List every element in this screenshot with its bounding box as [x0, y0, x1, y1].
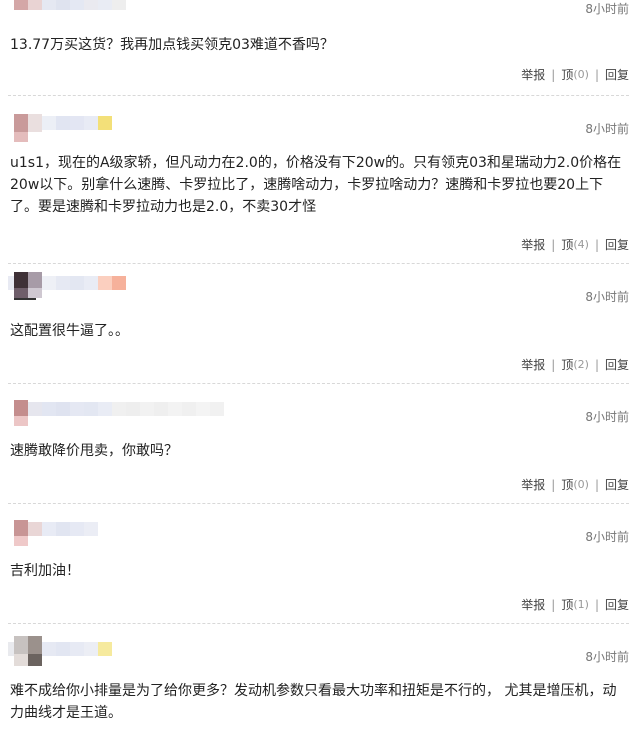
comment-time: 8小时前: [585, 122, 629, 136]
comment-time: 8小时前: [585, 290, 629, 304]
comment-actions: 举报 | 顶(1) | 回复: [521, 596, 629, 613]
comment-text: u1s1，现在的A级家轿，但凡动力在2.0的，价格没有下20w的。只有领克03和…: [10, 155, 622, 215]
report-button[interactable]: 举报: [521, 476, 545, 493]
like-count: (4): [573, 238, 589, 251]
comment-item: 8小时前 这配置很牛逼了。。 举报 | 顶(2) | 回复: [0, 264, 637, 384]
like-button[interactable]: 顶: [561, 66, 573, 83]
comment-list: 8小时前 13.77万买这货？我再加点钱买领克03难道不香吗？ 举报 | 顶(0) |…: [0, 0, 637, 734]
reply-button[interactable]: 回复: [605, 356, 629, 373]
comment-text: 13.77万买这货？我再加点钱买领克03难道不香吗？: [10, 37, 334, 53]
comment-time: 8小时前: [585, 410, 629, 424]
comment-text: 这配置很牛逼了。。: [10, 323, 129, 339]
comment-item: 8小时前 速腾敢降价甩卖，你敢吗？ 举报 | 顶(0) | 回复: [0, 384, 637, 504]
comment-text: 吉利加油！: [10, 563, 80, 579]
like-button[interactable]: 顶: [561, 356, 573, 373]
comment-actions: 举报 | 顶(4) | 回复: [521, 236, 629, 253]
like-button[interactable]: 顶: [561, 236, 573, 253]
reply-button[interactable]: 回复: [605, 476, 629, 493]
comment-item: 8小时前 13.77万买这货？我再加点钱买领克03难道不香吗？ 举报 | 顶(0) |…: [0, 0, 637, 96]
comment-actions: 举报 | 顶(2) | 回复: [521, 356, 629, 373]
like-count: (1): [573, 598, 589, 611]
reply-button[interactable]: 回复: [605, 66, 629, 83]
like-count: (2): [573, 358, 589, 371]
like-button[interactable]: 顶: [561, 596, 573, 613]
like-count: (0): [573, 478, 589, 491]
reply-button[interactable]: 回复: [605, 596, 629, 613]
report-button[interactable]: 举报: [521, 596, 545, 613]
comment-actions: 举报 | 顶(0) | 回复: [521, 66, 629, 83]
comment-time: 8小时前: [585, 530, 629, 544]
comment-text: 速腾敢降价甩卖，你敢吗？: [10, 443, 178, 459]
like-count: (0): [573, 68, 589, 81]
comment-time: 8小时前: [585, 2, 629, 16]
comment-time: 8小时前: [585, 650, 629, 664]
like-button[interactable]: 顶: [561, 476, 573, 493]
comment-actions: 举报 | 顶(0) | 回复: [521, 476, 629, 493]
report-button[interactable]: 举报: [521, 356, 545, 373]
report-button[interactable]: 举报: [521, 236, 545, 253]
reply-button[interactable]: 回复: [605, 236, 629, 253]
comment-item: 8小时前 u1s1，现在的A级家轿，但凡动力在2.0的，价格没有下20w的。只有…: [0, 96, 637, 264]
comment-item: 8小时前 难不成给你小排量是为了给你更多？发动机参数只看最大功率和扭矩是不行的，…: [0, 624, 637, 734]
comment-text: 难不成给你小排量是为了给你更多？发动机参数只看最大功率和扭矩是不行的， 尤其是增…: [10, 683, 617, 721]
report-button[interactable]: 举报: [521, 66, 545, 83]
comment-item: 8小时前 吉利加油！ 举报 | 顶(1) | 回复: [0, 504, 637, 624]
